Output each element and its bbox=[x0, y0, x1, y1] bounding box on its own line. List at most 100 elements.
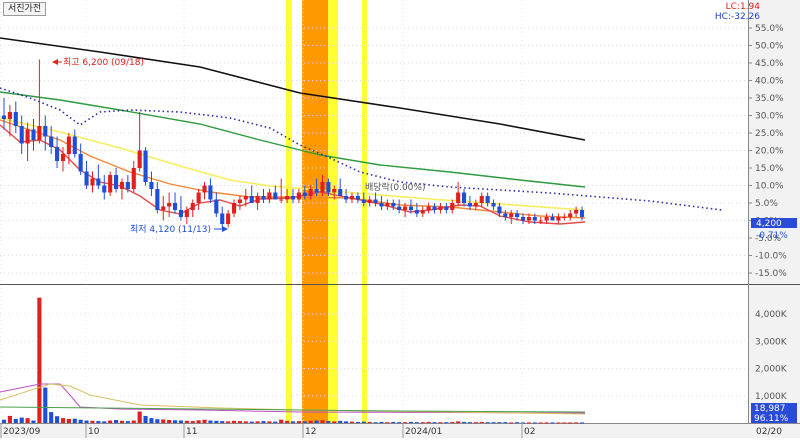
candle-body[interactable] bbox=[131, 168, 136, 189]
candle-body[interactable] bbox=[214, 199, 219, 214]
candle-body[interactable] bbox=[308, 189, 313, 196]
volume-bar[interactable] bbox=[190, 421, 195, 423]
volume-bar[interactable] bbox=[7, 415, 12, 423]
volume-bar[interactable] bbox=[161, 419, 166, 423]
volume-bar[interactable] bbox=[49, 412, 54, 423]
volume-bar[interactable] bbox=[349, 421, 355, 423]
volume-bar[interactable] bbox=[267, 421, 272, 423]
candle-body[interactable] bbox=[13, 112, 18, 126]
candle-body[interactable] bbox=[190, 203, 195, 210]
volume-bar[interactable] bbox=[296, 421, 301, 423]
candle-body[interactable] bbox=[72, 136, 77, 155]
candle-body[interactable] bbox=[285, 196, 290, 200]
candle-body[interactable] bbox=[420, 210, 425, 214]
volume-bar[interactable] bbox=[131, 420, 136, 423]
candle-body[interactable] bbox=[167, 203, 172, 207]
volume-bar[interactable] bbox=[1, 419, 7, 423]
volume-bar[interactable] bbox=[385, 422, 390, 424]
candle-body[interactable] bbox=[355, 196, 360, 200]
volume-panel[interactable] bbox=[0, 285, 748, 423]
candle-body[interactable] bbox=[31, 129, 36, 141]
volume-bar[interactable] bbox=[149, 418, 154, 423]
candle-body[interactable] bbox=[379, 203, 384, 207]
volume-bar[interactable] bbox=[438, 422, 443, 424]
volume-bar[interactable] bbox=[515, 422, 520, 424]
volume-bar[interactable] bbox=[226, 421, 231, 423]
candle-body[interactable] bbox=[497, 206, 502, 214]
candle-body[interactable] bbox=[296, 192, 301, 200]
candle-body[interactable] bbox=[255, 196, 260, 203]
candle-body[interactable] bbox=[461, 192, 467, 204]
candle-body[interactable] bbox=[243, 196, 248, 200]
candle-body[interactable] bbox=[149, 182, 154, 189]
volume-bar[interactable] bbox=[31, 420, 36, 423]
candle-body[interactable] bbox=[526, 217, 531, 221]
volume-bar[interactable] bbox=[497, 422, 502, 424]
candle-body[interactable] bbox=[96, 178, 101, 186]
candle-body[interactable] bbox=[43, 126, 48, 137]
candle-body[interactable] bbox=[55, 147, 60, 161]
volume-bar[interactable] bbox=[202, 419, 207, 423]
volume-bar[interactable] bbox=[367, 421, 372, 423]
candle-body[interactable] bbox=[414, 210, 419, 214]
volume-bar[interactable] bbox=[113, 420, 119, 423]
volume-bar[interactable] bbox=[237, 421, 242, 423]
candle-body[interactable] bbox=[60, 154, 66, 161]
volume-bar[interactable] bbox=[338, 420, 343, 423]
candle-body[interactable] bbox=[113, 175, 119, 189]
candle-body[interactable] bbox=[574, 210, 579, 214]
candle-body[interactable] bbox=[314, 189, 319, 193]
volume-bar[interactable] bbox=[60, 418, 66, 423]
volume-bar[interactable] bbox=[208, 420, 213, 423]
candle-body[interactable] bbox=[143, 150, 148, 183]
candle-body[interactable] bbox=[344, 196, 349, 200]
volume-bar[interactable] bbox=[432, 422, 437, 424]
volume-bar[interactable] bbox=[55, 416, 60, 423]
volume-bar[interactable] bbox=[550, 422, 555, 424]
candle-body[interactable] bbox=[426, 206, 431, 211]
candle-body[interactable] bbox=[568, 213, 573, 218]
candle-body[interactable] bbox=[66, 136, 71, 155]
candle-body[interactable] bbox=[102, 185, 107, 193]
candle-body[interactable] bbox=[444, 206, 449, 211]
candle-body[interactable] bbox=[261, 196, 266, 200]
candle-body[interactable] bbox=[37, 126, 42, 140]
volume-bar[interactable] bbox=[72, 418, 77, 423]
candle-body[interactable] bbox=[184, 210, 189, 217]
volume-bar[interactable] bbox=[485, 422, 490, 424]
candle-body[interactable] bbox=[450, 203, 455, 210]
volume-bar[interactable] bbox=[373, 422, 378, 424]
volume-bar[interactable] bbox=[214, 420, 219, 423]
volume-bar[interactable] bbox=[172, 420, 178, 423]
volume-bar[interactable] bbox=[562, 422, 567, 424]
candle-body[interactable] bbox=[491, 203, 496, 207]
volume-bar[interactable] bbox=[119, 420, 125, 423]
candle-body[interactable] bbox=[202, 185, 207, 193]
volume-bar[interactable] bbox=[255, 421, 260, 423]
volume-bar[interactable] bbox=[261, 421, 266, 423]
candle-body[interactable] bbox=[579, 210, 585, 217]
candle-body[interactable] bbox=[125, 182, 130, 189]
candle-body[interactable] bbox=[485, 196, 490, 203]
candle-body[interactable] bbox=[326, 182, 331, 193]
candle-body[interactable] bbox=[367, 199, 372, 204]
volume-bar[interactable] bbox=[450, 421, 455, 423]
volume-bar[interactable] bbox=[479, 421, 484, 423]
candle-body[interactable] bbox=[332, 189, 337, 193]
candle-body[interactable] bbox=[279, 199, 284, 201]
volume-bar[interactable] bbox=[420, 422, 425, 424]
candle-body[interactable] bbox=[456, 192, 461, 204]
candle-body[interactable] bbox=[78, 154, 83, 172]
volume-bar[interactable] bbox=[78, 419, 83, 423]
candle-body[interactable] bbox=[349, 196, 355, 200]
volume-bar[interactable] bbox=[538, 422, 543, 424]
candle-body[interactable] bbox=[408, 206, 414, 211]
volume-bar[interactable] bbox=[143, 415, 148, 423]
volume-bar[interactable] bbox=[249, 421, 254, 423]
candle-body[interactable] bbox=[391, 203, 396, 207]
volume-bar[interactable] bbox=[84, 420, 89, 423]
stock-chart-window[interactable]: 55.0% 50.0% 45.0% 40.0% 35.0% 30.0% 25.0% 20.0%… bbox=[0, 0, 800, 438]
volume-bar[interactable] bbox=[361, 421, 366, 423]
volume-bar[interactable] bbox=[108, 420, 113, 423]
volume-bar[interactable] bbox=[532, 422, 537, 424]
